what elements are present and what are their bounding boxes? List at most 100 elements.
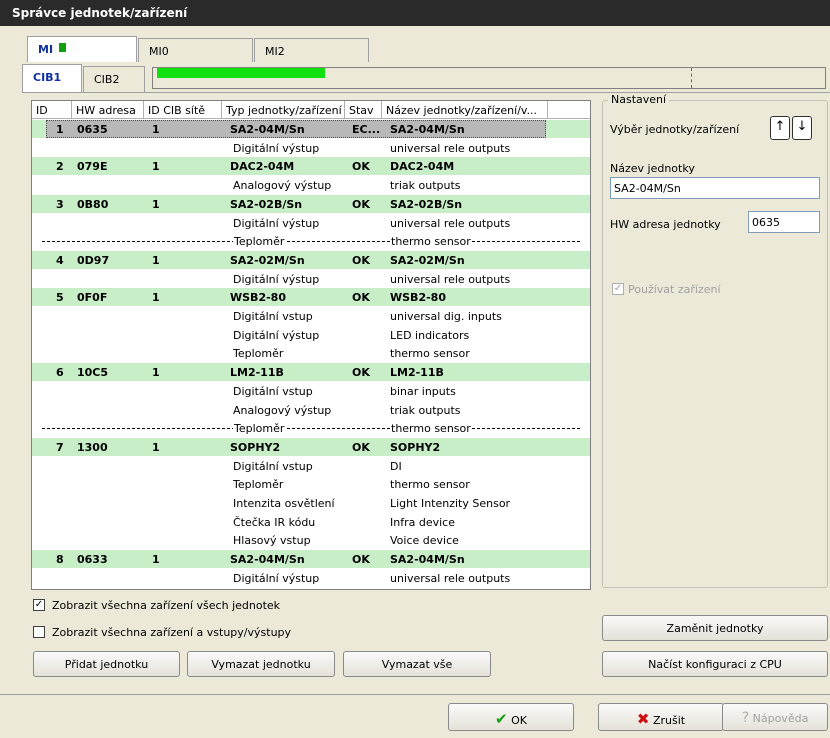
tab-mi0[interactable]: MI0 (138, 38, 253, 62)
cell-type: Digitální výstup (233, 272, 320, 286)
delete-unit-button[interactable]: Vymazat jednotku (187, 651, 335, 677)
load-config-button[interactable]: Načíst konfiguraci z CPU (602, 651, 828, 677)
help-label: Nápověda (752, 712, 809, 725)
io-row[interactable]: Čtečka IR kódu Infra device (32, 513, 590, 531)
cell-name: universal rele outputs (390, 141, 511, 155)
col-id[interactable]: ID (32, 101, 72, 119)
col-cib-id[interactable]: ID CIB sítě (144, 101, 222, 119)
cell-type: Teploměr (233, 422, 286, 436)
list-header: ID HW adresa ID CIB sítě Typ jednotky/za… (32, 101, 590, 119)
help-button[interactable]: ? Nápověda (722, 703, 828, 731)
swap-units-button[interactable]: Zaměnit jednotky (602, 615, 828, 641)
cell-hw: 0633 (77, 553, 108, 567)
cell-type: SA2-04M/Sn (230, 553, 305, 567)
cell-name: thermo sensor (390, 235, 472, 249)
cell-cib: 1 (152, 253, 160, 267)
unit-name-input[interactable]: SA2-04M/Sn (610, 177, 820, 199)
cell-hw: 0F0F (77, 291, 108, 305)
io-row[interactable]: Hlasový vstup Voice device (32, 531, 590, 549)
cell-id: 2 (56, 160, 64, 174)
tab-cib2[interactable]: CIB2 (83, 66, 145, 92)
cell-type: Čtečka IR kódu (233, 515, 316, 529)
cell-name: universal dig. inputs (390, 310, 502, 323)
arrow-down-icon: ↓ (796, 119, 808, 134)
cell-state: OK (352, 160, 370, 174)
io-row[interactable]: Digitální výstup universal rele outputs (32, 139, 590, 157)
cell-state: EC... (352, 123, 381, 136)
show-all-devices-checkbox[interactable]: ✓ (33, 599, 45, 611)
bus-load-fill (157, 68, 325, 78)
io-row[interactable]: Analogový výstup triak outputs (32, 401, 590, 419)
hw-address-input[interactable]: 0635 (748, 211, 820, 233)
ok-button[interactable]: ✔ OK (448, 703, 574, 731)
cell-name: triak outputs (390, 403, 461, 417)
cell-hw: 10C5 (77, 366, 109, 380)
cell-type: Analogový výstup (233, 179, 332, 193)
use-device-label: Používat zařízení (628, 283, 721, 296)
unit-row[interactable]: 7 1300 1 SOPHY2 OK SOPHY2 (32, 437, 590, 456)
col-name[interactable]: Název jednotky/zařízení/v... (382, 101, 548, 119)
unit-row[interactable]: 5 0F0F 1 WSB2-80 OK WSB2-80 (32, 288, 590, 307)
tab-cib1[interactable]: CIB1 (22, 64, 82, 92)
cell-hw: 1300 (77, 440, 108, 454)
ok-label: OK (511, 714, 527, 727)
delete-all-button[interactable]: Vymazat vše (343, 651, 491, 677)
io-row[interactable]: Digitální vstup DI (32, 457, 590, 475)
unit-row[interactable]: 2 079E 1 DAC2-04M OK DAC2-04M (32, 157, 590, 176)
cell-name: DI (390, 459, 402, 473)
select-down-button[interactable]: ↓ (792, 116, 812, 140)
io-row[interactable]: Digitální vstup universal dig. inputs (32, 307, 590, 325)
cell-type: WSB2-80 (230, 291, 286, 305)
cell-name: thermo sensor (390, 422, 472, 436)
cell-state: OK (352, 291, 370, 305)
cell-name: thermo sensor (390, 347, 470, 361)
io-row[interactable]: Analogový výstup triak outputs (32, 176, 590, 194)
cell-type: Intenzita osvětlení (233, 497, 335, 510)
unit-row[interactable]: 8 0633 1 SA2-04M/Sn OK SA2-04M/Sn (32, 550, 590, 569)
io-row[interactable]: Teploměr thermo sensor (32, 475, 590, 493)
cell-cib: 1 (152, 197, 160, 211)
io-row[interactable]: Intenzita osvětlení Light Intenzity Senso… (32, 494, 590, 512)
col-type[interactable]: Typ jednotky/zařízení (222, 101, 345, 119)
cell-type: SOPHY2 (230, 440, 281, 454)
arrow-up-icon: ↑ (774, 119, 786, 134)
unit-row[interactable]: 3 0B80 1 SA2-02B/Sn OK SA2-02B/Sn (32, 194, 590, 213)
tab-mi-label: MI (38, 43, 54, 56)
cell-name: triak outputs (390, 179, 461, 193)
io-row[interactable]: Teploměr thermo sensor (32, 232, 590, 250)
unit-row[interactable]: 1 0635 1 SA2-04M/Sn EC... SA2-04M/Sn (32, 120, 590, 138)
cell-name: Voice device (390, 534, 459, 548)
cell-id: 8 (56, 553, 64, 567)
tab-mi0-label: MI0 (149, 45, 169, 58)
settings-legend: Nastavení (608, 93, 670, 106)
tab-mi[interactable]: MI (27, 36, 137, 62)
io-row[interactable]: Digitální výstup universal rele outputs (32, 270, 590, 288)
cell-state: OK (352, 253, 370, 267)
io-row[interactable]: Teploměr thermo sensor (32, 344, 590, 362)
unit-row[interactable]: 4 0D97 1 SA2-02M/Sn OK SA2-02M/Sn (32, 250, 590, 269)
select-up-button[interactable]: ↑ (770, 116, 790, 140)
device-list[interactable]: ID HW adresa ID CIB sítě Typ jednotky/za… (31, 100, 591, 590)
show-all-io-checkbox[interactable] (33, 626, 45, 638)
cell-id: 5 (56, 291, 64, 305)
io-row[interactable]: Teploměr thermo sensor (32, 419, 590, 437)
cell-name: LED indicators (390, 328, 470, 342)
unit-row[interactable]: 6 10C5 1 LM2-11B OK LM2-11B (32, 363, 590, 382)
cancel-button[interactable]: ✖ Zrušit (598, 703, 724, 731)
io-row[interactable]: Digitální výstup universal rele outputs (32, 214, 590, 232)
cell-type: LM2-11B (230, 366, 284, 380)
io-row[interactable]: Digitální výstup universal rele outputs (32, 569, 590, 587)
io-row[interactable]: Digitální vstup binar inputs (32, 382, 590, 400)
use-device-checkbox[interactable]: ✓ (612, 283, 624, 295)
cell-state: OK (352, 197, 370, 211)
cell-type: Digitální výstup (233, 141, 320, 155)
io-row[interactable]: Digitální výstup LED indicators (32, 326, 590, 344)
col-hw-address[interactable]: HW adresa (72, 101, 144, 119)
add-unit-button[interactable]: Přidat jednotku (33, 651, 180, 677)
show-all-io-label: Zobrazit všechna zařízení a vstupy/výstu… (52, 626, 292, 639)
col-state[interactable]: Stav (345, 101, 382, 119)
tab-mi2[interactable]: MI2 (254, 38, 369, 62)
cell-id: 4 (56, 253, 64, 267)
cross-icon: ✖ (636, 710, 650, 728)
cell-hw: 0635 (77, 123, 108, 136)
